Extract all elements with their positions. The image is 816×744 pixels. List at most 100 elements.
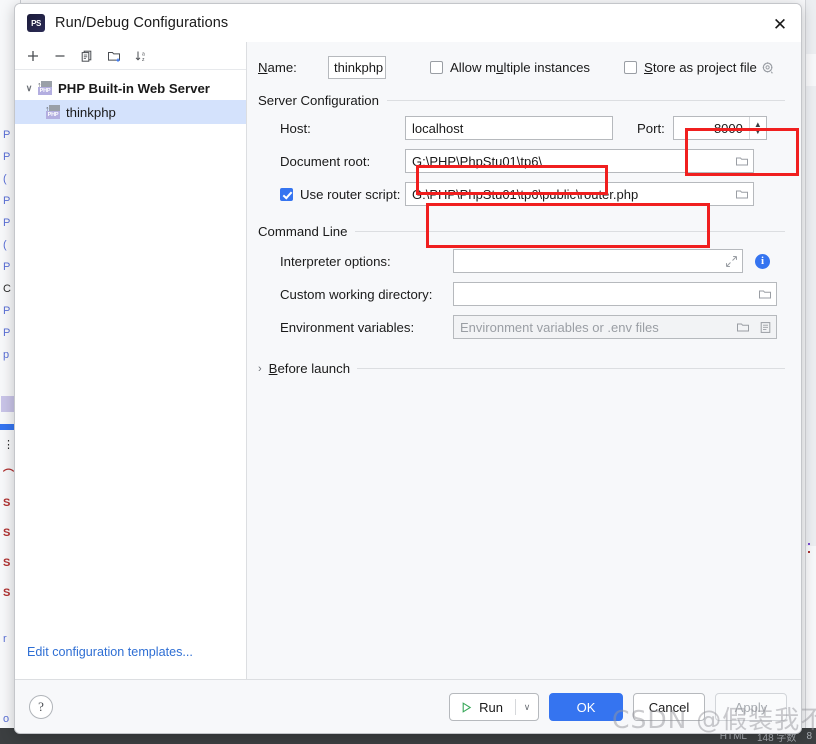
ide-background-glyph: ⌒ — [3, 469, 14, 481]
stepper-down-icon[interactable]: ▼ — [754, 128, 762, 136]
ide-background-glyph: S — [3, 497, 11, 509]
interpreter-options-info-icon[interactable]: i — [755, 253, 770, 269]
folder-browse-icon[interactable] — [731, 155, 753, 168]
dialog-body: a z ∨ ↑ PHP PHP Built-in Web Server ↑ PH… — [15, 42, 801, 679]
router-script-row: Use router script: G:\PHP\PhpStu01\tp6\p… — [255, 182, 785, 206]
ide-marker-dot — [808, 551, 810, 553]
add-configuration-icon[interactable] — [21, 45, 45, 67]
php-server-icon: ↑ PHP — [45, 104, 61, 120]
edit-configuration-templates-link[interactable]: Edit configuration templates... — [27, 645, 193, 659]
port-spinner[interactable]: 8000 ▲ ▼ — [672, 116, 767, 140]
php-server-icon: ↑ PHP — [37, 80, 53, 96]
apply-button[interactable]: Apply — [715, 693, 787, 721]
port-input[interactable]: 8000 — [674, 117, 749, 139]
configurations-tree: ∨ ↑ PHP PHP Built-in Web Server ↑ PHP th… — [15, 70, 246, 643]
allow-multiple-instances-label: Allow multiple instances — [450, 60, 591, 75]
copy-configuration-icon[interactable] — [75, 45, 99, 67]
router-script-input[interactable]: G:\PHP\PhpStu01\tp6\public\router.php — [412, 187, 731, 202]
document-root-input-wrapper[interactable]: G:\PHP\PhpStu01\tp6\ — [405, 149, 754, 173]
ide-background-glyph: S — [3, 557, 11, 569]
tree-group-php-builtin-web-server[interactable]: ∨ ↑ PHP PHP Built-in Web Server — [15, 76, 246, 100]
dialog-footer: ? Run ∨ OK Cancel Apply — [15, 679, 801, 733]
folder-browse-icon[interactable] — [732, 321, 754, 334]
host-input[interactable]: localhost — [405, 116, 613, 140]
ide-background-glyph: p — [3, 349, 10, 361]
before-launch-label[interactable]: Before launch — [269, 361, 350, 376]
use-router-script-checkbox[interactable]: Use router script: — [255, 187, 405, 202]
router-script-input-wrapper[interactable]: G:\PHP\PhpStu01\tp6\public\router.php — [405, 182, 754, 206]
store-as-project-file-label: Store as project file — [644, 60, 757, 75]
tree-item-thinkphp[interactable]: ↑ PHP thinkphp — [15, 100, 246, 124]
chevron-right-icon[interactable]: › — [258, 363, 262, 375]
host-row: Host: localhost Port: 8000 ▲ ▼ — [255, 116, 785, 140]
ide-background-glyph: P — [3, 327, 11, 339]
name-label: Name: — [258, 60, 328, 75]
run-button-label: Run — [479, 699, 503, 715]
environment-variables-label: Environment variables: — [280, 319, 415, 335]
environment-variables-input[interactable]: Environment variables or .env files — [460, 320, 732, 335]
configurations-left-panel: a z ∨ ↑ PHP PHP Built-in Web Server ↑ PH… — [15, 42, 247, 679]
gear-icon[interactable] — [757, 61, 779, 75]
interpreter-options-input-wrapper[interactable] — [453, 249, 743, 273]
svg-text:z: z — [142, 57, 145, 63]
ide-background-glyph: P — [3, 195, 11, 207]
folder-browse-icon[interactable] — [731, 188, 753, 201]
ok-button[interactable]: OK — [549, 693, 623, 721]
ide-background-glyph: ( — [3, 173, 7, 185]
chevron-down-icon[interactable]: ∨ — [21, 83, 37, 94]
run-button[interactable]: Run — [450, 694, 515, 720]
play-icon — [462, 701, 472, 713]
dialog-titlebar: PS Run/Debug Configurations ✕ — [15, 4, 801, 42]
cancel-button[interactable]: Cancel — [633, 693, 705, 721]
list-icon[interactable] — [754, 321, 776, 334]
name-input[interactable]: thinkphp — [328, 56, 386, 79]
section-divider — [386, 100, 785, 101]
checkbox-box[interactable] — [430, 61, 443, 74]
sort-az-icon[interactable]: a z — [129, 45, 153, 67]
new-folder-icon[interactable] — [102, 45, 126, 67]
checkbox-box[interactable] — [624, 61, 638, 74]
remove-configuration-icon[interactable] — [48, 45, 72, 67]
custom-working-directory-input-wrapper[interactable] — [453, 282, 777, 306]
allow-multiple-instances-checkbox[interactable]: Allow multiple instances — [430, 60, 590, 75]
name-row: Name: thinkphp Allow multiple instances … — [255, 56, 785, 79]
run-split-button[interactable]: Run ∨ — [449, 693, 539, 721]
name-label-mnemonic: N — [258, 60, 268, 75]
document-root-input[interactable]: G:\PHP\PhpStu01\tp6\ — [412, 154, 731, 169]
folder-browse-icon[interactable] — [754, 288, 776, 301]
footer-buttons: Run ∨ OK Cancel Apply — [449, 680, 787, 733]
php-icon-badge: PHP — [46, 110, 60, 119]
document-root-row: Document root: G:\PHP\PhpStu01\tp6\ — [255, 149, 785, 173]
configuration-settings-panel: Name: thinkphp Allow multiple instances … — [247, 42, 801, 679]
tree-item-label: thinkphp — [66, 104, 116, 120]
document-root-label: Document root: — [280, 153, 371, 169]
before-launch-section: › Before launch — [258, 361, 785, 376]
dialog-title: Run/Debug Configurations — [55, 15, 229, 31]
ide-marker-dot — [808, 543, 810, 545]
chevron-down-icon[interactable]: ∨ — [516, 694, 538, 720]
server-configuration-title: Server Configuration — [258, 93, 379, 108]
ide-background-glyph: ( — [3, 239, 7, 251]
expand-editor-icon[interactable] — [720, 255, 742, 268]
environment-variables-input-wrapper[interactable]: Environment variables or .env files — [453, 315, 777, 339]
port-stepper-icon[interactable]: ▲ ▼ — [748, 117, 766, 139]
section-divider — [357, 368, 785, 369]
ide-background-glyph: C — [3, 283, 11, 295]
phpstorm-app-icon: PS — [27, 14, 45, 32]
close-icon[interactable]: ✕ — [767, 12, 793, 38]
section-divider — [355, 231, 785, 232]
store-as-project-file-checkbox[interactable]: Store as project file — [624, 60, 757, 75]
checkbox-box[interactable] — [280, 187, 293, 201]
interpreter-options-label: Interpreter options: — [280, 253, 391, 269]
ide-background-glyph: S — [3, 587, 11, 599]
custom-working-directory-row: Custom working directory: — [255, 282, 785, 306]
php-icon-badge: PHP — [38, 86, 52, 95]
ide-background-glyph: P — [3, 261, 11, 273]
status-extra: 8 — [806, 730, 812, 742]
use-router-script-label: Use router script: — [300, 186, 401, 202]
ide-background-glyph: P — [3, 217, 11, 229]
configurations-toolbar: a z — [15, 42, 246, 70]
help-button[interactable]: ? — [29, 694, 53, 719]
server-configuration-section-header: Server Configuration — [258, 93, 785, 108]
host-label: Host: — [280, 120, 311, 136]
